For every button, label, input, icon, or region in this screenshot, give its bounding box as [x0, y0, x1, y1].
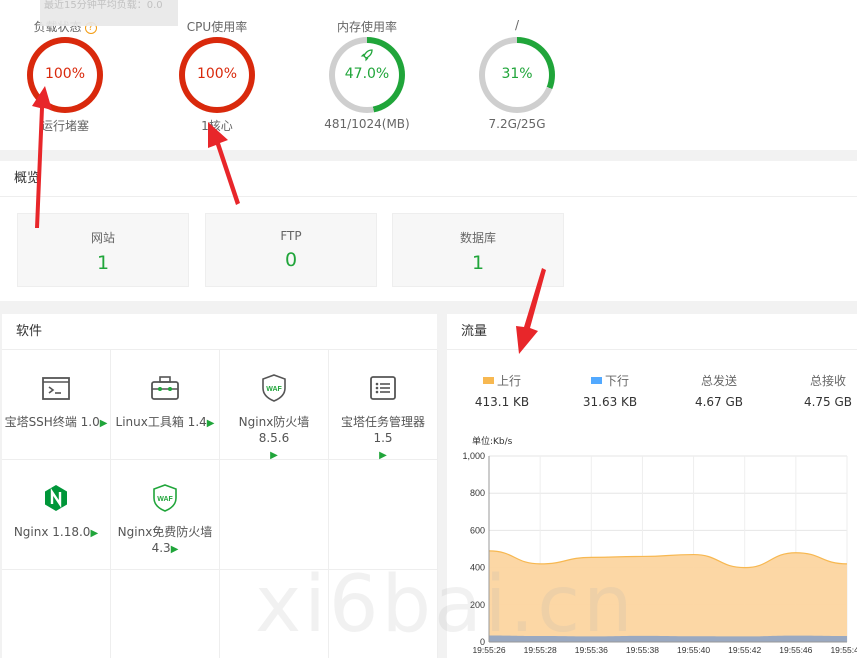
software-empty-cell	[220, 570, 329, 658]
rocket-icon[interactable]	[360, 48, 374, 62]
gauge-value: 100%	[196, 66, 238, 82]
y-tick-label: 600	[470, 525, 485, 535]
x-tick-label: 19:55:46	[779, 645, 812, 655]
svg-text:WAF: WAF	[157, 496, 173, 503]
task-list-icon	[370, 376, 396, 400]
card-label: FTP	[280, 229, 302, 243]
software-name: Linux工具箱 1.4▶	[115, 415, 215, 429]
gauge-sub: 481/1024(MB)	[324, 117, 410, 131]
y-tick-label: 800	[470, 488, 485, 498]
traffic-stat-total-sent: 总发送 4.67 GB	[669, 372, 769, 409]
stat-label: 总接收	[809, 374, 846, 388]
svg-text:WAF: WAF	[266, 386, 282, 393]
stat-value: 4.67 GB	[694, 395, 744, 409]
x-tick-label: 19:55:42	[728, 645, 761, 655]
gauge-value: 47.0%	[344, 66, 390, 82]
software-name: Nginx防火墙 8.5.6 ▶	[238, 415, 310, 461]
x-tick-label: 19:55:28	[524, 645, 557, 655]
play-icon[interactable]: ▶	[171, 544, 179, 555]
nginx-icon	[45, 485, 67, 511]
software-title: 软件	[2, 314, 437, 350]
software-item-nginx-free-waf[interactable]: WAF Nginx免费防火墙 4.3▶	[111, 460, 220, 570]
stat-label: 下行	[604, 374, 629, 388]
software-empty-cell	[111, 570, 220, 658]
x-tick-label: 19:55:48	[830, 645, 857, 655]
software-item-task-manager[interactable]: 宝塔任务管理器 1.5 ▶	[329, 350, 438, 461]
software-item-nginx[interactable]: Nginx 1.18.0▶	[2, 460, 111, 570]
x-tick-label: 19:55:26	[472, 645, 505, 655]
series-area-down	[489, 635, 847, 642]
stat-label: 上行	[496, 374, 521, 388]
software-empty-cell	[2, 570, 111, 658]
software-name: 宝塔SSH终端 1.0▶	[4, 415, 108, 429]
x-tick-label: 19:55:40	[677, 645, 710, 655]
overview-card-database[interactable]: 数据库 1	[392, 213, 564, 287]
load-tooltip: 最近15分钟平均负载：0.0	[40, 0, 178, 26]
gauge-title: /	[514, 18, 520, 32]
card-value[interactable]: 1	[18, 252, 188, 274]
overview-card-sites[interactable]: 网站 1	[17, 213, 189, 287]
terminal-icon	[42, 377, 70, 400]
waf-free-icon: WAF	[153, 484, 177, 512]
legend-swatch-up	[482, 377, 494, 384]
software-empty-cell	[220, 460, 329, 570]
card-label: 网站	[90, 231, 115, 245]
software-name: Nginx 1.18.0▶	[13, 525, 99, 539]
traffic-panel: 流量 上行 413.1 KB 下行 31.63 KB 总发送 4.67 GB 总…	[447, 314, 857, 658]
gauge-title: 内存使用率	[336, 20, 397, 34]
play-icon[interactable]: ▶	[207, 418, 215, 429]
software-name: Nginx免费防火墙 4.3▶	[117, 525, 213, 555]
stat-value: 31.63 KB	[582, 395, 638, 409]
traffic-stat-total-recv: 总接收 4.75 GB	[778, 372, 857, 409]
software-item-toolbox[interactable]: Linux工具箱 1.4▶	[111, 350, 220, 460]
x-tick-label: 19:55:38	[626, 645, 659, 655]
play-icon[interactable]: ▶	[100, 418, 108, 429]
stat-label: 总发送	[700, 374, 737, 388]
x-tick-label: 19:55:36	[575, 645, 608, 655]
card-label: 数据库	[459, 231, 496, 245]
gauge-sub: 7.2G/25G	[488, 117, 546, 131]
overview-card-ftp[interactable]: FTP 0	[205, 213, 377, 287]
overview-title: 概览	[0, 161, 857, 197]
waf-shield-icon: WAF	[262, 374, 286, 402]
legend-swatch-down	[590, 377, 602, 384]
software-name: 宝塔任务管理器 1.5 ▶	[340, 415, 425, 461]
gauge-value: 31%	[501, 66, 533, 82]
software-panel: 软件 宝塔SSH终端 1.0▶ Linux工具箱 1.4▶ WAF Nginx防…	[2, 314, 438, 658]
gauge-sub: 1核心	[201, 119, 233, 133]
card-value[interactable]: 1	[393, 252, 563, 274]
software-empty-cell	[329, 460, 438, 570]
status-panel: 负载状态? 100% 运行堵塞 CPU使用率 100% 1核心 内存使用率 47…	[0, 0, 857, 150]
series-area-up	[489, 550, 847, 642]
software-item-nginx-waf[interactable]: WAF Nginx防火墙 8.5.6 ▶	[220, 350, 329, 461]
traffic-title: 流量	[447, 314, 857, 350]
y-tick-label: 1,000	[462, 451, 485, 461]
traffic-stat-down: 下行 31.63 KB	[560, 372, 660, 409]
gauge-sub: 运行堵塞	[40, 119, 89, 133]
card-value[interactable]: 0	[206, 249, 376, 271]
software-empty-cell	[329, 570, 438, 658]
stat-value: 413.1 KB	[474, 395, 530, 409]
y-tick-label: 400	[470, 563, 485, 573]
overview-panel: 概览 网站 1 FTP 0 数据库 1	[0, 161, 857, 301]
stat-value: 4.75 GB	[803, 395, 853, 409]
software-item-ssh[interactable]: 宝塔SSH终端 1.0▶	[2, 350, 111, 460]
play-icon[interactable]: ▶	[90, 528, 98, 539]
toolbox-icon	[151, 376, 179, 400]
traffic-chart[interactable]: 1,000800600400200019:55:26 19:55:28 19:55:…	[447, 444, 857, 658]
y-tick-label: 200	[470, 600, 485, 610]
gauge-value: 100%	[44, 66, 86, 82]
traffic-stat-up: 上行 413.1 KB	[452, 372, 552, 409]
